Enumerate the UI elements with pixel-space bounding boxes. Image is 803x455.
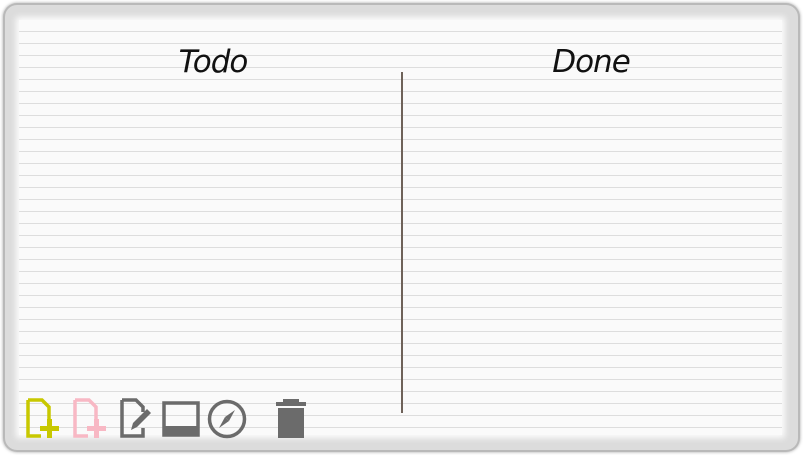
edit-note-button[interactable] [118, 398, 160, 440]
add-yellow-note-button[interactable] [24, 398, 66, 440]
add-note-icon [26, 398, 59, 438]
compass-button[interactable] [206, 398, 248, 440]
toolbar [24, 398, 324, 442]
trash-icon [276, 399, 306, 438]
edit-note-icon [120, 398, 151, 438]
column-divider [401, 72, 403, 413]
todo-column-title: Todo [178, 44, 249, 80]
done-column-title: Done [552, 44, 631, 80]
compass-icon [207, 399, 247, 439]
display-button[interactable] [162, 398, 204, 440]
add-pink-note-button[interactable] [71, 398, 113, 440]
add-note-icon [73, 398, 106, 438]
monitor-icon [162, 401, 200, 437]
delete-button[interactable] [274, 398, 316, 440]
